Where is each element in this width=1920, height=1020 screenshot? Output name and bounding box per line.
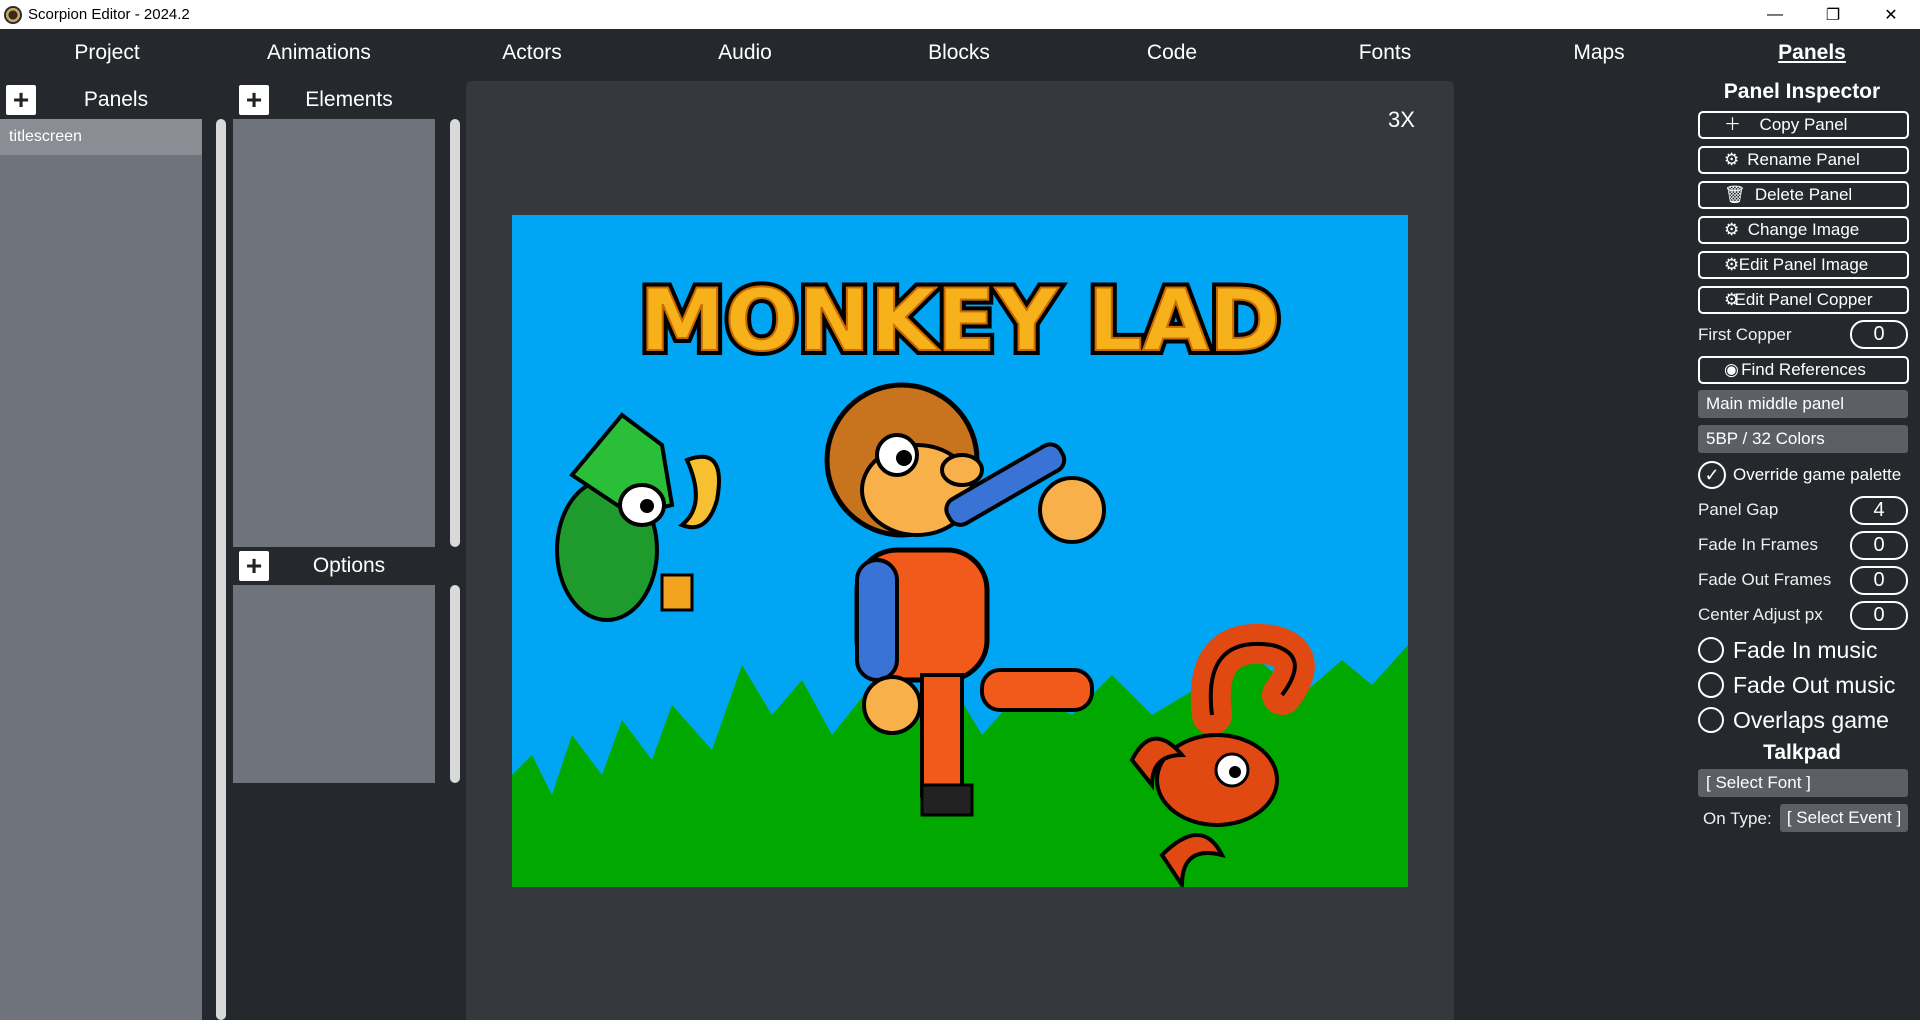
- gear-icon: ⚙: [1724, 255, 1740, 274]
- elements-scrollbar[interactable]: [450, 119, 460, 547]
- app-logo-icon: [4, 5, 22, 24]
- plus-icon: ＋: [1724, 115, 1741, 134]
- eye-icon: ◉: [1724, 360, 1739, 379]
- panel-gap-field[interactable]: 4: [1850, 496, 1908, 525]
- fade-in-music-label: Fade In music: [1733, 637, 1878, 663]
- rename-panel-label: Rename Panel: [1747, 150, 1860, 169]
- add-element-button[interactable]: +: [239, 85, 269, 115]
- fade-in-frames-label: Fade In Frames: [1698, 535, 1818, 554]
- gear-icon: ⚙: [1724, 150, 1740, 169]
- first-copper-label: First Copper: [1698, 325, 1792, 344]
- select-font-dropdown[interactable]: [ Select Font ]: [1698, 769, 1908, 797]
- close-button[interactable]: ✕: [1862, 0, 1920, 29]
- rename-panel-button[interactable]: ⚙ Rename Panel: [1698, 146, 1909, 174]
- gear-icon: ⚙: [1724, 290, 1740, 309]
- zoom-level[interactable]: 3X: [1388, 107, 1415, 133]
- fade-out-frames-field[interactable]: 0: [1850, 566, 1908, 595]
- menu-maps[interactable]: Maps: [1573, 29, 1624, 77]
- edit-panel-image-button[interactable]: ⚙ Edit Panel Image: [1698, 251, 1909, 279]
- elements-list: [233, 119, 435, 547]
- menu-audio[interactable]: Audio: [718, 29, 772, 77]
- delete-panel-button[interactable]: 🗑 Delete Panel: [1698, 181, 1909, 209]
- change-image-label: Change Image: [1747, 220, 1860, 239]
- gear-icon: ⚙: [1724, 220, 1740, 239]
- panels-scrollbar[interactable]: [216, 119, 226, 1020]
- edit-panel-image-label: Edit Panel Image: [1738, 255, 1869, 274]
- menu-animations[interactable]: Animations: [267, 29, 371, 77]
- fade-out-music-radio[interactable]: [1698, 672, 1724, 698]
- menu-panels[interactable]: Panels: [1778, 29, 1846, 77]
- overlaps-game-label: Overlaps game: [1733, 707, 1889, 733]
- options-scrollbar[interactable]: [450, 585, 460, 783]
- find-references-button[interactable]: ◉ Find References: [1698, 356, 1909, 384]
- fade-out-music-label: Fade Out music: [1733, 672, 1896, 698]
- add-option-button[interactable]: +: [239, 551, 269, 581]
- game-title-text: MONKEY LAD: [639, 271, 1280, 371]
- fade-in-frames-field[interactable]: 0: [1850, 531, 1908, 560]
- first-copper-field[interactable]: 0: [1850, 320, 1908, 349]
- find-references-label: Find References: [1741, 360, 1866, 379]
- options-list: [233, 585, 435, 783]
- override-palette-label: Override game palette: [1733, 465, 1902, 484]
- options-title: Options: [312, 554, 386, 577]
- menu-project[interactable]: Project: [74, 29, 139, 77]
- trash-icon: 🗑: [1724, 185, 1746, 204]
- menu-actors[interactable]: Actors: [502, 29, 562, 77]
- minimize-button[interactable]: —: [1746, 0, 1804, 29]
- menu-code[interactable]: Code: [1147, 29, 1197, 77]
- override-palette-checkbox[interactable]: ✓: [1698, 461, 1726, 489]
- menu-blocks[interactable]: Blocks: [928, 29, 990, 77]
- panels-list: titlescreen: [0, 119, 202, 1020]
- inspector-title: Panel Inspector: [1723, 80, 1881, 103]
- copy-panel-button[interactable]: ＋ Copy Panel: [1698, 111, 1909, 139]
- edit-panel-copper-label: Edit Panel Copper: [1734, 290, 1873, 309]
- center-adjust-field[interactable]: 0: [1850, 601, 1908, 630]
- copy-panel-label: Copy Panel: [1759, 115, 1848, 134]
- panel-type-select[interactable]: Main middle panel: [1698, 390, 1908, 418]
- window-controls: — ❐ ✕: [1746, 0, 1920, 29]
- panels-list-title: Panels: [83, 88, 149, 111]
- on-type-label: On Type:: [1703, 809, 1772, 828]
- select-event-dropdown[interactable]: [ Select Event ]: [1780, 804, 1908, 832]
- color-mode-select[interactable]: 5BP / 32 Colors: [1698, 425, 1908, 453]
- title-screen-art: MONKEY LAD MONKEY LAD: [512, 215, 1408, 892]
- delete-panel-label: Delete Panel: [1754, 185, 1853, 204]
- main-menu: Project Animations Actors Audio Blocks C…: [0, 29, 1920, 77]
- title-bar: Scorpion Editor - 2024.2 — ❐ ✕: [0, 0, 1920, 29]
- list-item[interactable]: titlescreen: [0, 119, 202, 155]
- change-image-button[interactable]: ⚙ Change Image: [1698, 216, 1909, 244]
- elements-title: Elements: [305, 88, 393, 111]
- overlaps-game-radio[interactable]: [1698, 707, 1724, 733]
- panel-gap-label: Panel Gap: [1698, 500, 1779, 519]
- talkpad-title: Talkpad: [1763, 741, 1841, 764]
- add-panel-button[interactable]: +: [6, 85, 36, 115]
- fade-in-music-radio[interactable]: [1698, 637, 1724, 663]
- panel-image: MONKEY LAD MONKEY LAD: [512, 215, 1408, 892]
- menu-fonts[interactable]: Fonts: [1359, 29, 1412, 77]
- edit-panel-copper-button[interactable]: ⚙ Edit Panel Copper: [1698, 286, 1909, 314]
- window-title: Scorpion Editor - 2024.2: [28, 6, 190, 23]
- fade-out-frames-label: Fade Out Frames: [1698, 570, 1832, 589]
- center-adjust-label: Center Adjust px: [1698, 605, 1823, 624]
- restore-button[interactable]: ❐: [1804, 0, 1862, 29]
